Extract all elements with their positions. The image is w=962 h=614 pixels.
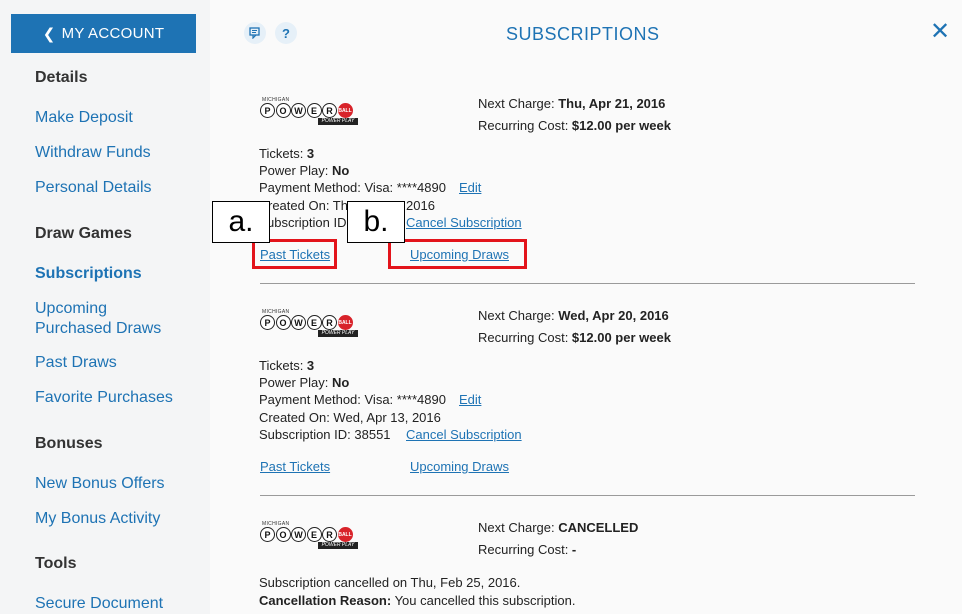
subscription-id: ubscription ID: [267, 215, 347, 230]
powerball-logo: MICHIGAN P O W E R BALL POWER PLAY: [260, 97, 362, 127]
section-heading-details: Details: [35, 69, 88, 86]
created-year: 2016: [406, 198, 435, 213]
callout-b: b.: [347, 201, 405, 243]
sidebar-item-make-deposit[interactable]: Make Deposit: [35, 108, 133, 128]
help-icon[interactable]: ?: [275, 22, 297, 44]
created-on: reated On: Th: [268, 198, 348, 213]
divider: [260, 495, 915, 496]
highlight-past-tickets: [252, 239, 337, 269]
created-on: Created On: Wed, Apr 13, 2016: [259, 410, 441, 425]
cancel-subscription-link[interactable]: Cancel Subscription: [406, 215, 522, 230]
sidebar-item-upcoming-purchased-draws[interactable]: Upcoming Purchased Draws: [35, 299, 161, 339]
sidebar-item-withdraw-funds[interactable]: Withdraw Funds: [35, 143, 151, 163]
cancelled-on: Subscription cancelled on Thu, Feb 25, 2…: [259, 575, 521, 590]
recurring-cost: Recurring Cost: $12.00 per week: [478, 330, 671, 345]
section-heading-tools: Tools: [35, 555, 77, 572]
next-charge: Next Charge: Thu, Apr 21, 2016: [478, 96, 666, 111]
sidebar-item-secure-document[interactable]: Secure Document: [35, 594, 163, 614]
section-heading-bonuses: Bonuses: [35, 435, 103, 452]
cancellation-reason: Cancellation Reason: You cancelled this …: [259, 593, 576, 608]
tickets-count: Tickets: 3: [259, 146, 315, 161]
subscription-id: Subscription ID: 38551: [259, 427, 391, 442]
callout-a: a.: [212, 201, 270, 243]
power-play: Power Play: No: [259, 163, 350, 178]
sidebar-item-favorite-purchases[interactable]: Favorite Purchases: [35, 388, 173, 408]
sidebar-item-my-bonus-activity[interactable]: My Bonus Activity: [35, 509, 160, 529]
my-account-back-button[interactable]: ❮ MY ACCOUNT: [11, 14, 196, 53]
past-tickets-link[interactable]: Past Tickets: [260, 459, 330, 474]
edit-payment-link[interactable]: Edit: [459, 392, 481, 407]
subscriptions-panel: ? SUBSCRIPTIONS ✕ MICHIGAN P O W E R BALL POW…: [210, 0, 962, 614]
powerball-logo: MICHIGAN P O W E R BALL POWER PLAY: [260, 521, 362, 551]
page-title: SUBSCRIPTIONS: [506, 24, 660, 44]
sidebar-item-personal-details[interactable]: Personal Details: [35, 178, 152, 198]
highlight-upcoming-draws: [388, 239, 527, 269]
edit-payment-link[interactable]: Edit: [459, 180, 481, 195]
next-charge: Next Charge: Wed, Apr 20, 2016: [478, 308, 669, 323]
payment-method: Payment Method: Visa: ****4890: [259, 392, 446, 407]
power-play: Power Play: No: [259, 375, 350, 390]
upcoming-draws-link[interactable]: Upcoming Draws: [410, 459, 509, 474]
sidebar: ❮ MY ACCOUNT Details Make Deposit Withdr…: [0, 0, 210, 614]
recurring-cost: Recurring Cost: -: [478, 542, 577, 557]
tickets-count: Tickets: 3: [259, 358, 315, 373]
sidebar-item-new-bonus-offers[interactable]: New Bonus Offers: [35, 474, 165, 494]
payment-method: Payment Method: Visa: ****4890: [259, 180, 446, 195]
sidebar-item-past-draws[interactable]: Past Draws: [35, 353, 117, 373]
close-icon[interactable]: ✕: [930, 20, 950, 44]
sidebar-item-label: Upcoming: [35, 300, 108, 317]
my-account-label: MY ACCOUNT: [61, 25, 165, 42]
sidebar-item-subscriptions[interactable]: Subscriptions: [35, 264, 142, 284]
chat-icon[interactable]: [244, 22, 266, 44]
next-charge: Next Charge: CANCELLED: [478, 520, 639, 535]
recurring-cost: Recurring Cost: $12.00 per week: [478, 118, 671, 133]
sidebar-item-label: Purchased Draws: [35, 320, 162, 337]
section-heading-draw-games: Draw Games: [35, 225, 132, 242]
powerball-logo: MICHIGAN P O W E R BALL POWER PLAY: [260, 309, 362, 339]
chevron-left-icon: ❮: [42, 25, 56, 43]
cancel-subscription-link[interactable]: Cancel Subscription: [406, 427, 522, 442]
divider: [260, 283, 915, 284]
